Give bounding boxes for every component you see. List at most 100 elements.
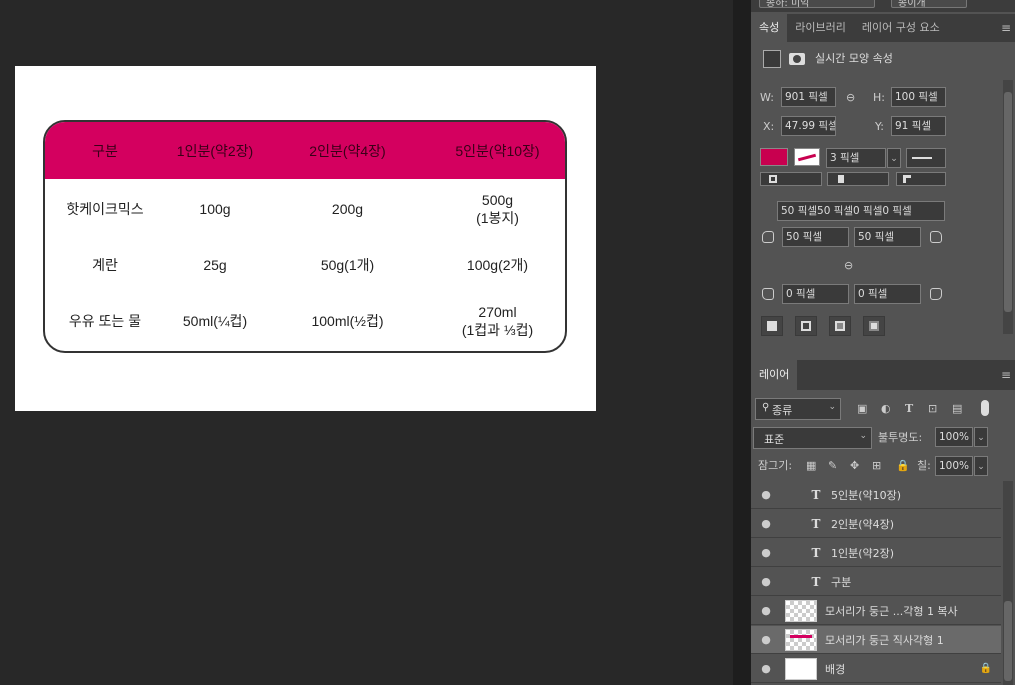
stroke-width-input[interactable]: 3 픽셀: [826, 148, 886, 168]
eye-icon[interactable]: ●: [751, 604, 781, 617]
layer-row[interactable]: ● 배경 🔒: [751, 655, 1001, 683]
shape-transform-icon[interactable]: [763, 50, 781, 68]
shape-layer-thumbnail: [785, 599, 817, 622]
text-layer-icon: T: [811, 574, 821, 589]
chevron-down-icon: ⌄: [859, 431, 867, 441]
opacity-input[interactable]: 100%: [935, 427, 973, 447]
lock-artboard-icon[interactable]: ⊞: [872, 459, 881, 473]
eye-icon[interactable]: ●: [751, 546, 781, 559]
tab-properties[interactable]: 속성: [751, 14, 788, 42]
height-input[interactable]: 100 픽셀: [891, 87, 946, 107]
mask-icon[interactable]: [789, 53, 805, 65]
adjustment-filter-icon[interactable]: ◐: [881, 402, 891, 416]
properties-scrollbar[interactable]: [1003, 80, 1013, 334]
layer-name: 구분: [831, 575, 852, 589]
link-icon[interactable]: ⊖: [846, 91, 855, 105]
eye-icon[interactable]: ●: [751, 517, 781, 530]
fill-color-swatch[interactable]: [760, 148, 788, 166]
image-filter-icon[interactable]: ▣: [857, 402, 867, 416]
width-input[interactable]: 901 픽셀: [781, 87, 836, 107]
layer-row-selected[interactable]: ● 모서리가 둥근 직사각형 1: [751, 626, 1001, 654]
stroke-corners-dropdown[interactable]: [896, 172, 946, 186]
tab-libraries[interactable]: 라이브러리: [787, 14, 854, 42]
layer-name: 5인분(약10장): [831, 488, 902, 502]
radius-top-right-input[interactable]: 50 픽셀: [854, 227, 921, 247]
exclude-shapes-icon[interactable]: [863, 316, 885, 336]
lock-brush-icon[interactable]: ✎: [828, 459, 837, 473]
lock-transparent-icon[interactable]: ▦: [806, 459, 816, 473]
tab-layer-comps[interactable]: 레이어 구성 요소: [854, 14, 948, 42]
fill-input[interactable]: 100%: [935, 456, 973, 476]
panel-menu-icon[interactable]: ≡: [1001, 21, 1011, 35]
shape-filter-icon[interactable]: ⊡: [928, 402, 937, 416]
layer-name: 2인분(약4장): [831, 517, 895, 531]
lock-icon: 🔒: [979, 663, 993, 674]
eye-icon[interactable]: ●: [751, 488, 781, 501]
filter-toggle-icon[interactable]: [981, 400, 989, 416]
tab-layers[interactable]: 레이어: [751, 360, 798, 390]
eye-icon[interactable]: ●: [751, 575, 781, 588]
intersect-shapes-icon[interactable]: [829, 316, 851, 336]
table-row: 우유 또는 물 50ml(¼컵) 100ml(½컵) 270ml (1컵과 ⅓컵…: [45, 293, 565, 349]
lock-all-icon[interactable]: 🔒: [896, 459, 910, 473]
stroke-type-dropdown[interactable]: [906, 148, 946, 168]
opacity-label: 불투명도:: [878, 431, 923, 444]
y-label: Y:: [875, 120, 884, 133]
text-layer-icon: T: [811, 545, 821, 560]
eye-icon[interactable]: ●: [751, 633, 781, 646]
table-header-row: 구분 1인분(약2장) 2인분(약4장) 5인분(약10장): [45, 122, 565, 179]
chevron-down-icon[interactable]: ⌄: [887, 148, 901, 168]
serving-table: 구분 1인분(약2장) 2인분(약4장) 5인분(약10장) 핫케이크믹스 10…: [43, 120, 567, 353]
corner-radius-summary[interactable]: 50 픽셀50 픽셀0 픽셀0 픽셀: [777, 201, 945, 221]
smart-object-filter-icon[interactable]: ▤: [952, 402, 962, 416]
layer-row[interactable]: ● 모서리가 둥근 ...각형 1 복사: [751, 597, 1001, 625]
table-row: 계란 25g 50g(1개) 100g(2개): [45, 237, 565, 293]
layer-filter-dropdown[interactable]: ⚲ 종류 ⌄: [755, 398, 841, 420]
layers-tabs: 레이어 ≡: [751, 360, 1015, 390]
table-cell: 500g (1봉지): [476, 192, 519, 226]
chevron-down-icon[interactable]: ⌄: [974, 427, 988, 447]
table-row: 핫케이크믹스 100g 200g 500g (1봉지): [45, 181, 565, 237]
combine-shapes-icon[interactable]: [761, 316, 783, 336]
blend-mode-dropdown[interactable]: 표준 ⌄: [753, 427, 872, 449]
subtract-shapes-icon[interactable]: [795, 316, 817, 336]
search-icon: ⚲: [762, 402, 770, 413]
layer-row[interactable]: ● T 5인분(약10장): [751, 481, 1001, 509]
top-right-dropdown[interactable]: 종이개: [891, 0, 967, 9]
table-cell: 100g(2개): [466, 257, 529, 273]
y-input[interactable]: 91 픽셀: [891, 116, 946, 136]
stroke-color-swatch[interactable]: [794, 148, 820, 166]
radius-bottom-left-input[interactable]: 0 픽셀: [782, 284, 849, 304]
stroke-caps-dropdown[interactable]: [827, 172, 889, 186]
stroke-align-dropdown[interactable]: [760, 172, 822, 186]
layer-row[interactable]: ● T 1인분(약2장): [751, 539, 1001, 567]
layer-row[interactable]: ● T 2인분(약4장): [751, 510, 1001, 538]
table-cell: 계란: [92, 257, 118, 273]
x-input[interactable]: 47.99 픽셀: [781, 116, 836, 136]
layers-menu-icon[interactable]: ≡: [1001, 368, 1011, 382]
text-layer-icon: T: [811, 516, 821, 531]
link-radius-icon[interactable]: ⊖: [844, 259, 853, 273]
radius-top-left-input[interactable]: 50 픽셀: [782, 227, 849, 247]
chevron-down-icon[interactable]: ⌄: [974, 456, 988, 476]
type-filter-icon[interactable]: T: [905, 402, 913, 416]
table-cell: 50ml(¼컵): [182, 313, 248, 329]
lock-label: 잠그기:: [758, 459, 793, 472]
canvas-workspace[interactable]: 구분 1인분(약2장) 2인분(약4장) 5인분(약10장) 핫케이크믹스 10…: [0, 0, 733, 685]
properties-body: 실시간 모양 속성 W: 901 픽셀 ⊖ H: 100 픽셀 X: 47.99…: [751, 42, 1001, 336]
table-cell: 100g: [199, 201, 231, 217]
document-canvas[interactable]: 구분 1인분(약2장) 2인분(약4장) 5인분(약10장) 핫케이크믹스 10…: [15, 66, 596, 411]
options-strip: 종하: 미익 종이개: [751, 0, 1015, 12]
corner-bl-icon: [762, 288, 774, 300]
lock-move-icon[interactable]: ✥: [850, 459, 859, 473]
layer-row[interactable]: ● T 구분: [751, 568, 1001, 596]
radius-bottom-right-input[interactable]: 0 픽셀: [854, 284, 921, 304]
eye-icon[interactable]: ●: [751, 662, 781, 675]
layers-scrollbar[interactable]: [1003, 481, 1013, 685]
panel-divider: [733, 0, 751, 685]
top-left-dropdown[interactable]: 종하: 미익: [759, 0, 875, 9]
corner-br-icon: [930, 288, 942, 300]
properties-tabs: 속성 라이브러리 레이어 구성 요소 ≡: [751, 14, 1015, 42]
x-label: X:: [763, 120, 775, 133]
layer-name: 배경: [825, 662, 846, 676]
